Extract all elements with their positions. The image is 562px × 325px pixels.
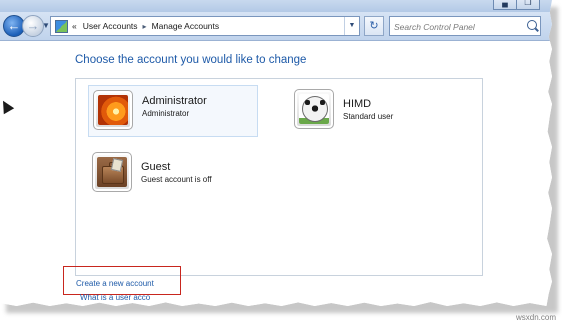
account-text: Guest Guest account is off: [141, 152, 212, 184]
back-arrow-icon: ←: [7, 18, 21, 33]
what-is-user-account-link[interactable]: What is a user acco: [80, 293, 150, 302]
chevron-down-icon: ▼: [42, 21, 50, 30]
account-picture-frame: [93, 90, 133, 130]
account-type: Guest account is off: [141, 175, 212, 184]
breadcrumb-user-accounts[interactable]: User Accounts: [83, 21, 138, 31]
content-area: Choose the account you would like to cha…: [0, 41, 552, 306]
account-picture-frame: [294, 89, 334, 129]
navigation-bar: ← → ▼ « User Accounts ▸ Manage Accounts …: [0, 12, 552, 41]
minimize-button[interactable]: ▄: [493, 0, 517, 10]
address-dropdown-button[interactable]: ▼: [344, 17, 359, 35]
explorer-window: ▄ ❐ ← → ▼ « User Accounts ▸ Manage Accou…: [0, 0, 552, 306]
refresh-icon: ↻: [369, 20, 379, 32]
search-box[interactable]: [389, 16, 541, 36]
control-panel-icon: [55, 19, 68, 33]
watermark: wsxdn.com: [515, 313, 556, 322]
account-tile-guest[interactable]: Guest Guest account is off: [92, 152, 262, 198]
soccer-ball: [302, 96, 328, 122]
account-picture-frame: [92, 152, 132, 192]
breadcrumb-separator-icon[interactable]: ▸: [143, 22, 147, 31]
flower-picture-icon: [98, 95, 128, 125]
maximize-button[interactable]: ❐: [517, 0, 540, 10]
page-title: Choose the account you would like to cha…: [75, 54, 307, 66]
search-icon[interactable]: [527, 20, 537, 30]
briefcase-picture-icon: [97, 157, 127, 187]
minimize-icon: ▄: [502, 0, 508, 7]
soccer-ball-picture-icon: [299, 94, 329, 124]
chevron-down-icon: ▼: [348, 22, 356, 29]
account-name: HIMD: [343, 98, 372, 110]
account-text: Administrator Administrator: [142, 86, 207, 118]
breadcrumb-manage-accounts[interactable]: Manage Accounts: [152, 21, 220, 31]
account-text: HIMD Standard user: [343, 89, 393, 121]
account-type: Administrator: [142, 109, 190, 118]
account-name: Administrator: [142, 95, 207, 107]
caption-buttons: ▄ ❐: [493, 0, 540, 10]
maximize-icon: ❐: [524, 0, 532, 7]
refresh-button[interactable]: ↻: [364, 16, 384, 36]
forward-button[interactable]: →: [22, 15, 44, 37]
account-type: Standard user: [343, 112, 394, 121]
address-bar[interactable]: « User Accounts ▸ Manage Accounts ▼: [50, 16, 360, 36]
account-name: Guest: [141, 161, 171, 173]
recent-pages-dropdown[interactable]: ▼: [42, 21, 50, 30]
account-tile-administrator[interactable]: Administrator Administrator: [88, 85, 258, 137]
forward-arrow-icon: →: [26, 18, 40, 33]
search-input[interactable]: [394, 19, 518, 35]
breadcrumb-overflow[interactable]: «: [72, 21, 77, 31]
account-tile-himd[interactable]: HIMD Standard user: [294, 89, 464, 135]
create-account-link[interactable]: Create a new account: [76, 279, 154, 288]
title-bar: ▄ ❐: [0, 0, 552, 12]
